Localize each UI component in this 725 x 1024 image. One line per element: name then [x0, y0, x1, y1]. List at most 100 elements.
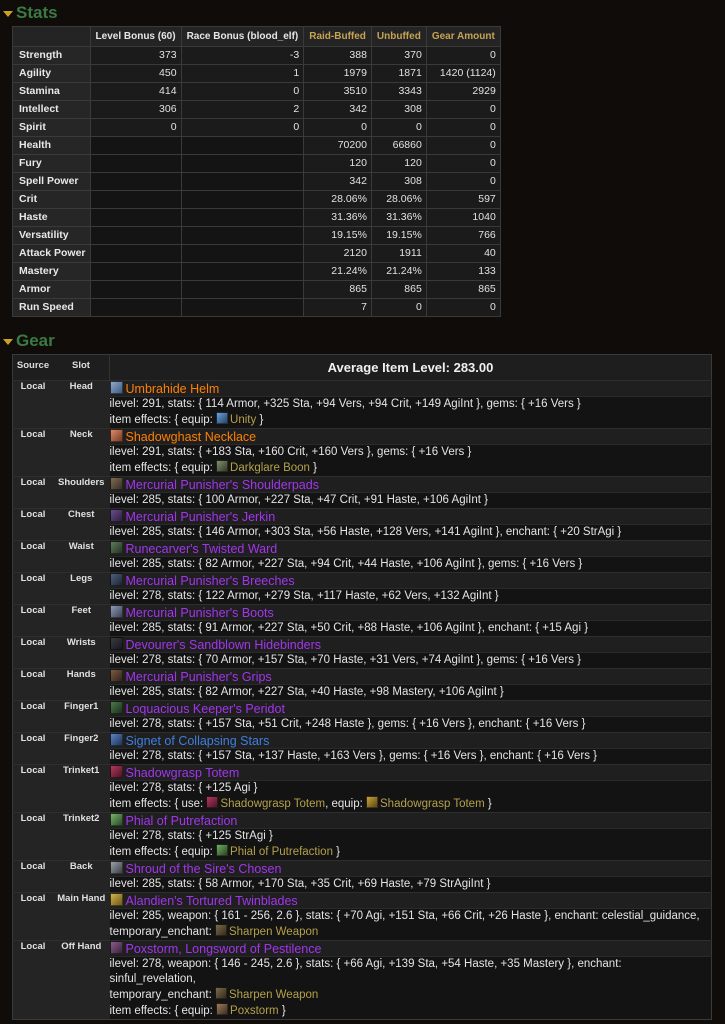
stats-cell-gear: 1040	[425, 208, 501, 227]
gear-item-stats-line: ilevel: 278, stats: { 70 Armor, +157 Sta…	[109, 654, 581, 666]
stats-cell-gear: 0	[425, 172, 501, 191]
gear-item-link[interactable]: Shroud of the Sire's Chosen	[126, 862, 282, 876]
stats-cell-gear: 0	[425, 298, 501, 317]
collapse-caret-icon[interactable]	[3, 11, 13, 17]
stats-cell-level: 373	[89, 46, 182, 65]
item-effect-link[interactable]: Unity	[230, 414, 256, 426]
stats-cell-raid: 2120	[303, 244, 372, 263]
gear-item-link[interactable]: Umbrahide Helm	[126, 382, 220, 396]
stats-cell-raid: 865	[303, 280, 372, 299]
stats-row: Armor 865 865 865	[12, 280, 501, 299]
item-effect-link[interactable]: Shadowgrasp Totem	[220, 798, 325, 810]
gear-source: Local	[12, 700, 53, 733]
gear-item-effects-line: item effects: { equip: Phial of Putrefac…	[110, 844, 712, 860]
gear-item-stats-line: ilevel: 285, stats: { 146 Armor, +303 St…	[109, 526, 622, 538]
stats-cell-unbuffed: 3343	[370, 82, 427, 101]
gear-item-name-cell: Signet of Collapsing Stars	[109, 732, 712, 749]
stats-col-unbuffed: Unbuffed	[370, 26, 427, 47]
gear-source: Local	[12, 636, 53, 669]
gear-slot: Legs	[53, 572, 110, 605]
gear-item-detail-cell: ilevel: 285, stats: { 82 Armor, +227 Sta…	[109, 556, 712, 573]
stats-cell-level	[89, 298, 182, 317]
gear-item-link[interactable]: Loquacious Keeper's Peridot	[126, 702, 285, 716]
gear-item-detail-cell: ilevel: 291, stats: { 114 Armor, +325 St…	[109, 396, 712, 429]
gear-item-stats-line: ilevel: 285, stats: { 91 Armor, +227 Sta…	[109, 622, 589, 634]
gear-item-detail-row: ilevel: 285, stats: { 58 Armor, +170 Sta…	[13, 876, 712, 893]
ring-icon	[109, 733, 123, 746]
stats-cell-race	[180, 280, 305, 299]
item-effect-link[interactable]: Phial of Putrefaction	[230, 846, 333, 858]
totem-icon	[109, 765, 123, 778]
stats-cell-unbuffed: 66860	[370, 136, 427, 155]
gear-item-link[interactable]: Devourer's Sandblown Hidebinders	[126, 638, 322, 652]
stats-cell-unbuffed: 0	[370, 118, 427, 137]
stats-header-row: Level Bonus (60) Race Bonus (blood_elf) …	[12, 26, 501, 47]
gear-item-detail-row: ilevel: 285, stats: { 146 Armor, +303 St…	[13, 524, 712, 541]
gear-item-link[interactable]: Shadowghast Necklace	[126, 430, 257, 444]
gear-item-detail-row: ilevel: 285, stats: { 91 Armor, +227 Sta…	[13, 620, 712, 637]
gear-item-link[interactable]: Mercurial Punisher's Grips	[126, 670, 272, 684]
gear-slot: Finger2	[53, 732, 110, 765]
stats-cell-race: 0	[180, 118, 305, 137]
gear-item-link[interactable]: Shadowgrasp Totem	[126, 766, 240, 780]
shoulderpads-icon	[109, 477, 123, 490]
gear-item-link[interactable]: Mercurial Punisher's Shoulderpads	[126, 478, 319, 492]
effects-prefix-label: item effects: { equip:	[109, 462, 217, 474]
stats-cell-unbuffed: 1871	[370, 64, 427, 83]
effects-prefix-label: item effects: { equip:	[109, 1005, 217, 1017]
stats-row-label: Crit	[12, 190, 91, 209]
gear-item-link[interactable]: Mercurial Punisher's Boots	[126, 606, 274, 620]
phial-icon	[109, 813, 123, 826]
gear-item-link[interactable]: Mercurial Punisher's Breeches	[126, 574, 295, 588]
item-effect-link[interactable]: Poxstorm	[230, 1005, 279, 1017]
gear-item-link[interactable]: Mercurial Punisher's Jerkin	[126, 510, 276, 524]
stats-row: Haste 31.36% 31.36% 1040	[12, 208, 501, 227]
gear-slot: Chest	[53, 508, 110, 541]
stats-row-label: Run Speed	[12, 298, 91, 317]
gear-slot: Finger1	[53, 700, 110, 733]
gear-item-name-cell: Mercurial Punisher's Jerkin	[109, 508, 712, 525]
gear-item-link[interactable]: Phial of Putrefaction	[126, 814, 238, 828]
stats-cell-race: 2	[180, 100, 305, 119]
collapse-caret-icon[interactable]	[3, 339, 13, 345]
gear-item-stats-line: ilevel: 291, stats: { +183 Sta, +160 Cri…	[109, 446, 472, 458]
gear-slot: Feet	[53, 604, 110, 637]
effects-prefix-label: item effects: { equip:	[109, 414, 217, 426]
stats-cell-level	[89, 172, 182, 191]
effects-suffix-label: }	[332, 846, 341, 858]
item-effect-link[interactable]: Darkglare Boon	[230, 462, 310, 474]
stats-cell-raid: 342	[303, 172, 372, 191]
gear-source: Local	[12, 732, 53, 765]
stats-cell-level	[89, 154, 182, 173]
temp-enchant-link[interactable]: Sharpen Weapon	[229, 926, 318, 938]
stats-table: Level Bonus (60) Race Bonus (blood_elf) …	[12, 26, 501, 317]
item-effect-link[interactable]: Shadowgrasp Totem	[380, 798, 485, 810]
gear-item-row: Local Main Hand Alandien's Tortured Twinbl…	[12, 892, 712, 941]
stats-cell-unbuffed: 0	[370, 298, 427, 317]
stats-cell-gear: 0	[425, 136, 501, 155]
gear-item-row: Local Finger1 Loquacious Keeper's Peridot	[12, 700, 712, 733]
gear-item-stats-line: ilevel: 278, weapon: { 146 - 245, 2.6 },…	[109, 958, 622, 985]
stats-cell-unbuffed: 1911	[370, 244, 427, 263]
bracers-icon	[109, 637, 123, 650]
gear-section-header[interactable]: Gear	[0, 328, 725, 354]
stats-cell-level	[89, 280, 182, 299]
stats-col-gear-amount: Gear Amount	[425, 26, 501, 47]
gear-item-row: Local Waist Runecarver's Twisted Ward	[12, 540, 712, 573]
temp-enchant-link[interactable]: Sharpen Weapon	[229, 989, 318, 1001]
gear-item-stats-line: ilevel: 285, stats: { 58 Armor, +170 Sta…	[109, 878, 491, 890]
gear-item-link[interactable]: Alandien's Tortured Twinblades	[126, 894, 298, 908]
gear-item-link[interactable]: Runecarver's Twisted Ward	[126, 542, 278, 556]
gear-source: Local	[12, 508, 53, 541]
stats-section-header[interactable]: Stats	[0, 0, 725, 26]
stats-cell-level: 450	[89, 64, 182, 83]
gear-item-row: Local Feet Mercurial Punisher's Boots	[12, 604, 712, 637]
gear-item-row: Local Chest Mercurial Punisher's Jerkin	[12, 508, 712, 541]
stats-cell-gear: 766	[425, 226, 501, 245]
gear-item-detail-cell: ilevel: 278, stats: { 122 Armor, +279 St…	[109, 588, 712, 605]
gear-item-link[interactable]: Poxstorm, Longsword of Pestilence	[126, 942, 322, 956]
stats-cell-unbuffed: 19.15%	[370, 226, 427, 245]
gear-item-stats-line: ilevel: 278, stats: { +157 Sta, +51 Crit…	[109, 718, 586, 730]
gear-item-link[interactable]: Signet of Collapsing Stars	[126, 734, 270, 748]
gear-item-stats-line: ilevel: 278, stats: { +157 Sta, +137 Has…	[109, 750, 598, 762]
